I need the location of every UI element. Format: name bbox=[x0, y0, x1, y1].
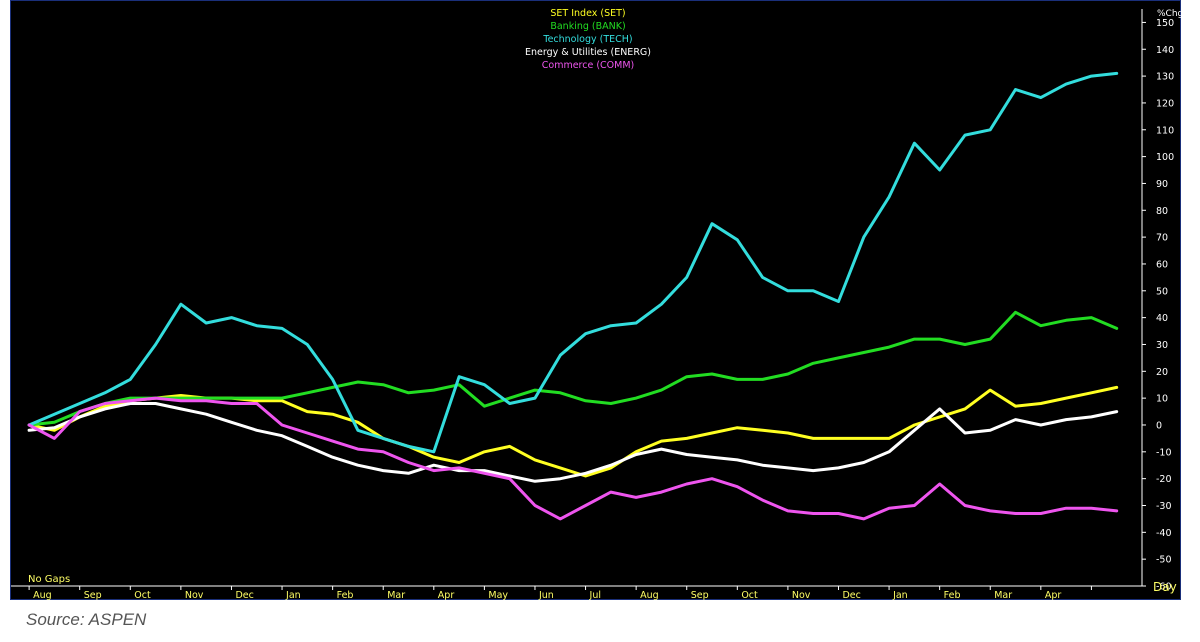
y-tick-label: -30 bbox=[1156, 501, 1172, 512]
x-tick-label: Oct bbox=[741, 590, 758, 601]
y-tick-label: -20 bbox=[1156, 474, 1172, 485]
x-tick-label: Apr bbox=[438, 590, 455, 601]
x-tick-label: Aug bbox=[640, 590, 659, 601]
axes-layer bbox=[11, 9, 1143, 587]
x-tick-label: Sep bbox=[691, 590, 709, 601]
y-tick-label: 70 bbox=[1156, 233, 1168, 244]
y-tick-label: 90 bbox=[1156, 179, 1168, 190]
y-tick-label: 100 bbox=[1156, 152, 1174, 163]
y-ticks: 1501401301201101009080706050403020100-10… bbox=[1142, 18, 1174, 593]
x-tick-label: Dec bbox=[235, 590, 253, 601]
y-tick-label: 120 bbox=[1156, 98, 1174, 109]
y-tick-label: 30 bbox=[1156, 340, 1168, 351]
x-tick-label: Oct bbox=[134, 590, 151, 601]
series-line-3 bbox=[27, 402, 1119, 483]
x-tick-label: Nov bbox=[185, 590, 204, 601]
x-tick-label: Jul bbox=[589, 590, 601, 601]
x-tick-label: May bbox=[488, 590, 508, 601]
no-gaps-label: No Gaps bbox=[28, 574, 70, 585]
x-tick-label: Jan bbox=[892, 590, 908, 601]
y-tick-label: -40 bbox=[1156, 528, 1172, 539]
y-axis-label: %Chg bbox=[1157, 9, 1182, 19]
y-tick-label: -10 bbox=[1156, 447, 1172, 458]
y-tick-label: -50 bbox=[1156, 555, 1172, 566]
legend-entry: Energy & Utilities (ENERG) bbox=[525, 47, 651, 58]
legend-entry: SET Index (SET) bbox=[550, 8, 625, 19]
x-tick-label: Feb bbox=[944, 590, 961, 601]
y-tick-label: 10 bbox=[1156, 394, 1168, 405]
x-tick-label: Dec bbox=[842, 590, 860, 601]
y-tick-label: 60 bbox=[1156, 259, 1168, 270]
y-tick-label: 20 bbox=[1156, 367, 1168, 378]
x-tick-label: Apr bbox=[1045, 590, 1062, 601]
series-line-2 bbox=[27, 71, 1119, 454]
legend-entry: Technology (TECH) bbox=[542, 34, 632, 45]
legend-entry: Banking (BANK) bbox=[550, 21, 625, 32]
y-tick-label: 150 bbox=[1156, 18, 1174, 29]
chart-svg: SET Index (SET) Banking (BANK) Technology … bbox=[11, 8, 1182, 601]
legend-entry: Commerce (COMM) bbox=[542, 60, 635, 71]
y-tick-label: 80 bbox=[1156, 206, 1168, 217]
x-tick-label: Nov bbox=[792, 590, 811, 601]
series-layer bbox=[27, 71, 1119, 521]
y-tick-label: 0 bbox=[1156, 420, 1162, 431]
x-tick-label: Jun bbox=[538, 590, 554, 601]
series-line-4 bbox=[27, 396, 1119, 521]
x-axis-label: Day bbox=[1153, 580, 1177, 594]
x-tick-label: Jan bbox=[285, 590, 301, 601]
y-tick-label: 110 bbox=[1156, 125, 1174, 136]
x-tick-label: Sep bbox=[84, 590, 102, 601]
y-tick-label: 140 bbox=[1156, 45, 1174, 56]
series-line-1 bbox=[27, 310, 1119, 427]
legend: SET Index (SET) Banking (BANK) Technology … bbox=[525, 8, 651, 71]
x-tick-label: Mar bbox=[994, 590, 1012, 601]
y-tick-label: 50 bbox=[1156, 286, 1168, 297]
source-caption: Source: ASPEN bbox=[26, 610, 147, 629]
y-tick-label: 40 bbox=[1156, 313, 1168, 324]
x-tick-label: Mar bbox=[387, 590, 405, 601]
chart-frame: SET Index (SET) Banking (BANK) Technology … bbox=[10, 0, 1182, 601]
x-tick-label: Aug bbox=[33, 590, 52, 601]
x-ticks: Aug Sep Oct Nov Dec Jan Feb Mar Apr May Jun Jul Aug S… bbox=[28, 586, 1092, 601]
x-tick-label: Feb bbox=[337, 590, 354, 601]
y-tick-label: 130 bbox=[1156, 72, 1174, 83]
